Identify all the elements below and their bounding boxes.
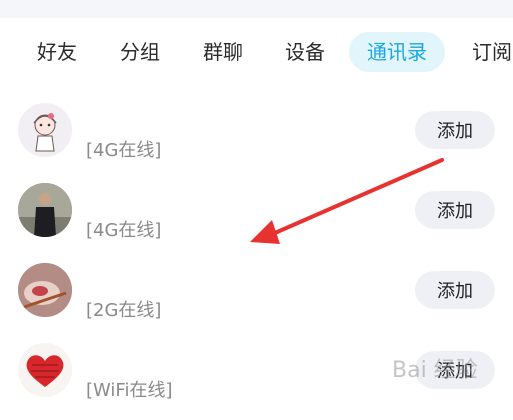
contact-status: [4G在线] [86,220,162,241]
contact-status: [4G在线] [86,140,162,161]
contact-row[interactable]: [4G在线] 添加 [0,180,513,260]
tab-friends[interactable]: 好友 [37,32,77,72]
add-contact-button[interactable]: 添加 [415,271,495,309]
contact-status: [WiFi在线] [86,380,173,401]
tab-devices[interactable]: 设备 [285,32,325,72]
red-heart-avatar-icon [18,343,72,397]
tab-groups[interactable]: 分组 [120,32,160,72]
add-contact-button[interactable]: 添加 [415,111,495,149]
cartoon-girl-avatar-icon [18,103,72,157]
status-bar [0,0,513,18]
contact-status: [2G在线] [86,300,162,321]
tab-contacts[interactable]: 通讯录 [349,32,445,72]
contact-row[interactable]: [4G在线] 添加 [0,100,513,180]
contact-row[interactable]: [2G在线] 添加 [0,260,513,340]
food-photo-avatar-icon [18,263,72,317]
watermark-logo: Bai 经验 [392,358,478,383]
add-contact-button[interactable]: 添加 [415,191,495,229]
person-photo-avatar-icon [18,183,72,237]
tab-group-chats[interactable]: 群聊 [203,32,243,72]
tab-subscriptions[interactable]: 订阅 [472,32,512,72]
tab-bar: 好友 分组 群聊 设备 通讯录 订阅 [0,32,513,74]
